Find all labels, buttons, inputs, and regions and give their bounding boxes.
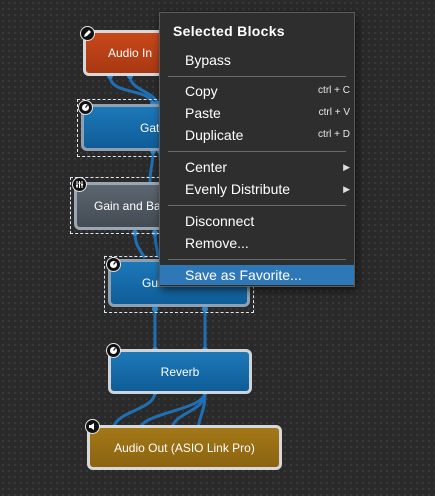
menu-item-center[interactable]: Center ▶ — [160, 157, 354, 177]
knob-icon[interactable] — [78, 100, 93, 115]
menu-item-evenly-distribute[interactable]: Evenly Distribute ▶ — [160, 179, 354, 199]
context-menu: Selected Blocks Bypass Copy ctrl + C Pas… — [159, 12, 355, 287]
wire[interactable] — [138, 391, 207, 429]
menu-separator — [168, 76, 346, 77]
audio-out-label: Audio Out (ASIO Link Pro) — [114, 440, 255, 455]
gate-block[interactable]: Gate — [81, 104, 167, 151]
menu-item-remove[interactable]: Remove... — [160, 233, 354, 253]
paste-label: Paste — [185, 105, 221, 121]
menu-header: Selected Blocks — [173, 23, 285, 39]
speaker-icon[interactable] — [85, 419, 100, 434]
menu-item-duplicate[interactable]: Duplicate ctrl + D — [160, 125, 354, 145]
knob-icon[interactable] — [106, 343, 121, 358]
menu-item-disconnect[interactable]: Disconnect — [160, 211, 354, 231]
remove-label: Remove... — [185, 235, 249, 251]
copy-shortcut: ctrl + C — [318, 85, 350, 96]
knob-icon[interactable] — [106, 257, 121, 272]
duplicate-shortcut: ctrl + D — [318, 129, 350, 140]
pencil-icon[interactable] — [80, 26, 95, 41]
wire[interactable] — [153, 232, 160, 259]
menu-separator — [168, 151, 346, 152]
sliders-icon[interactable] — [72, 177, 87, 192]
evenly-distribute-label: Evenly Distribute — [185, 181, 291, 197]
audio-out-block[interactable]: Audio Out (ASIO Link Pro) — [87, 425, 282, 470]
audio-in-label: Audio In — [108, 46, 153, 60]
reverb-label: Reverb — [160, 364, 200, 379]
submenu-arrow-icon: ▶ — [343, 162, 350, 172]
wire[interactable] — [111, 391, 157, 429]
submenu-arrow-icon: ▶ — [343, 184, 350, 194]
center-label: Center — [185, 159, 228, 175]
duplicate-label: Duplicate — [185, 127, 244, 143]
disconnect-label: Disconnect — [185, 213, 255, 229]
paste-shortcut: ctrl + V — [318, 107, 350, 118]
bypass-label: Bypass — [185, 52, 231, 68]
copy-label: Copy — [185, 83, 218, 99]
menu-item-copy[interactable]: Copy ctrl + C — [160, 81, 354, 101]
menu-item-bypass[interactable]: Bypass — [160, 50, 354, 70]
reverb-block[interactable]: Reverb — [108, 349, 252, 394]
menu-separator — [168, 205, 346, 206]
wire[interactable] — [133, 232, 147, 259]
menu-item-paste[interactable]: Paste ctrl + V — [160, 103, 354, 123]
gain-and-bass-block[interactable]: Gain and Bass — [74, 182, 170, 230]
menu-separator — [168, 259, 346, 260]
menu-item-save-as-favorite[interactable]: Save as Favorite... — [160, 265, 354, 285]
save-as-favorite-label: Save as Favorite... — [185, 267, 302, 283]
